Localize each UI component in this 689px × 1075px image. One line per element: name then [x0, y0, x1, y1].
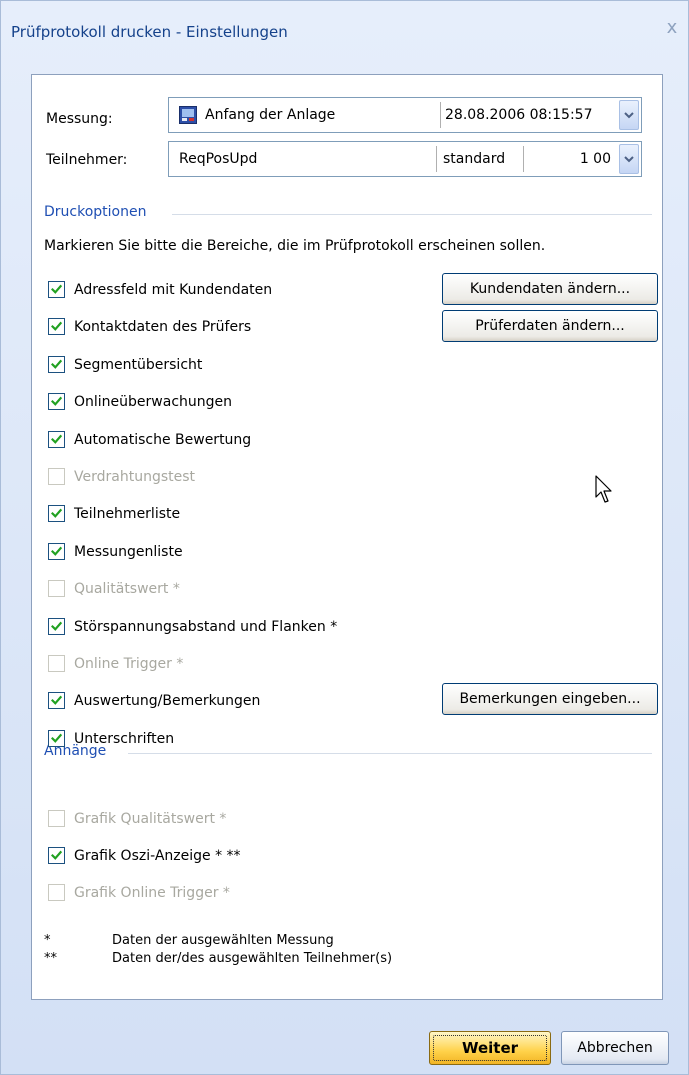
messung-separator — [440, 102, 441, 128]
teilnehmer-separator-1 — [436, 146, 437, 172]
teilnehmer-dropdown[interactable]: ReqPosUpd standard 1 00 — [168, 141, 642, 177]
checkbox-label: Online Trigger * — [74, 656, 184, 672]
checkbox-checked[interactable] — [48, 431, 65, 448]
messung-dropdown-button[interactable] — [619, 100, 639, 130]
footnote-text-1: Daten der ausgewählten Messung — [112, 933, 334, 948]
teilnehmer-value: 1 00 — [579, 151, 611, 167]
checkbox-label: Automatische Bewertung — [74, 432, 252, 448]
checkmark-icon — [51, 434, 62, 444]
teilnehmer-name: ReqPosUpd — [179, 151, 258, 167]
mouse-pointer-icon — [595, 475, 612, 503]
checkmark-icon — [51, 621, 62, 631]
weiter-button[interactable]: Weiter — [429, 1031, 551, 1065]
teilnehmer-type: standard — [443, 151, 506, 167]
checkmark-icon — [51, 695, 62, 705]
bemerkungen-eingeben-button[interactable]: Bemerkungen eingeben... — [442, 683, 658, 715]
kundendaten-aendern-button[interactable]: Kundendaten ändern... — [442, 273, 658, 305]
footnote-text-2: Daten der/des ausgewählten Teilnehmer(s) — [112, 951, 393, 966]
checkbox-label: Grafik Online Trigger * — [74, 885, 230, 901]
measurement-icon — [179, 106, 197, 124]
messung-dropdown[interactable]: Anfang der Anlage 28.08.2006 08:15:57 — [168, 97, 642, 133]
pruferdaten-aendern-button[interactable]: Prüferdaten ändern... — [442, 310, 658, 342]
checkbox-checked[interactable] — [48, 847, 65, 864]
close-icon[interactable]: x — [663, 19, 681, 37]
teilnehmer-dropdown-button[interactable] — [619, 144, 639, 174]
weiter-label: Weiter — [461, 1039, 519, 1057]
checkmark-icon — [51, 546, 62, 556]
checkbox-label: Adressfeld mit Kundendaten — [74, 282, 273, 298]
checkmark-icon — [51, 508, 62, 518]
settings-panel: Messung: Anfang der Anlage 28.08.2006 08… — [31, 74, 663, 1000]
checkbox-unchecked — [48, 810, 65, 827]
checkbox-checked[interactable] — [48, 505, 65, 522]
checkbox-label: Teilnehmerliste — [74, 506, 181, 522]
teilnehmer-label: Teilnehmer: — [46, 152, 128, 168]
messung-label: Messung: — [46, 111, 113, 127]
checkmark-icon — [51, 321, 62, 331]
checkbox-checked[interactable] — [48, 318, 65, 335]
checkbox-unchecked — [48, 884, 65, 901]
dialog-window: Prüfprotokoll drucken - Einstellungen x … — [0, 0, 689, 1075]
checkmark-icon — [51, 733, 62, 743]
checkbox-unchecked — [48, 655, 65, 672]
checkbox-label: Kontaktdaten des Prüfers — [74, 319, 252, 335]
messung-datetime: 28.08.2006 08:15:57 — [445, 107, 593, 123]
checkbox-checked[interactable] — [48, 692, 65, 709]
checkbox-label: Verdrahtungstest — [74, 469, 196, 485]
checkmark-icon — [51, 396, 62, 406]
druckoptionen-divider — [172, 214, 652, 215]
chevron-down-icon — [624, 112, 634, 119]
druckoptionen-heading: Druckoptionen — [44, 204, 147, 220]
chevron-down-icon — [624, 156, 634, 163]
footnote-mark-2: ** — [44, 951, 57, 966]
checkbox-label: Auswertung/Bemerkungen — [74, 693, 261, 709]
checkbox-checked[interactable] — [48, 356, 65, 373]
checkbox-checked[interactable] — [48, 730, 65, 747]
checkmark-icon — [51, 284, 62, 294]
checkbox-label: Onlineüberwachungen — [74, 394, 233, 410]
checkmark-icon — [51, 359, 62, 369]
checkbox-label: Grafik Oszi-Anzeige * ** — [74, 848, 241, 864]
teilnehmer-separator-2 — [523, 146, 524, 172]
checkbox-label: Grafik Qualitätswert * — [74, 811, 227, 827]
checkbox-unchecked — [48, 468, 65, 485]
checkbox-unchecked — [48, 580, 65, 597]
anhaenge-divider — [128, 753, 652, 754]
checkbox-checked[interactable] — [48, 281, 65, 298]
checkbox-checked[interactable] — [48, 393, 65, 410]
checkbox-label: Störspannungsabstand und Flanken * — [74, 619, 338, 635]
window-title: Prüfprotokoll drucken - Einstellungen — [11, 23, 288, 41]
checkbox-label: Segmentübersicht — [74, 357, 203, 373]
checkbox-label: Messungenliste — [74, 544, 183, 560]
abbrechen-button[interactable]: Abbrechen — [561, 1031, 669, 1065]
checkbox-label: Unterschriften — [74, 731, 175, 747]
title-bar: Prüfprotokoll drucken - Einstellungen x — [1, 1, 688, 65]
messung-name: Anfang der Anlage — [205, 107, 336, 123]
druckoptionen-instruction: Markieren Sie bitte die Bereiche, die im… — [44, 238, 546, 254]
footnote-mark-1: * — [44, 933, 51, 948]
checkbox-label: Qualitätswert * — [74, 581, 180, 597]
checkmark-icon — [51, 850, 62, 860]
checkbox-checked[interactable] — [48, 618, 65, 635]
checkbox-checked[interactable] — [48, 543, 65, 560]
